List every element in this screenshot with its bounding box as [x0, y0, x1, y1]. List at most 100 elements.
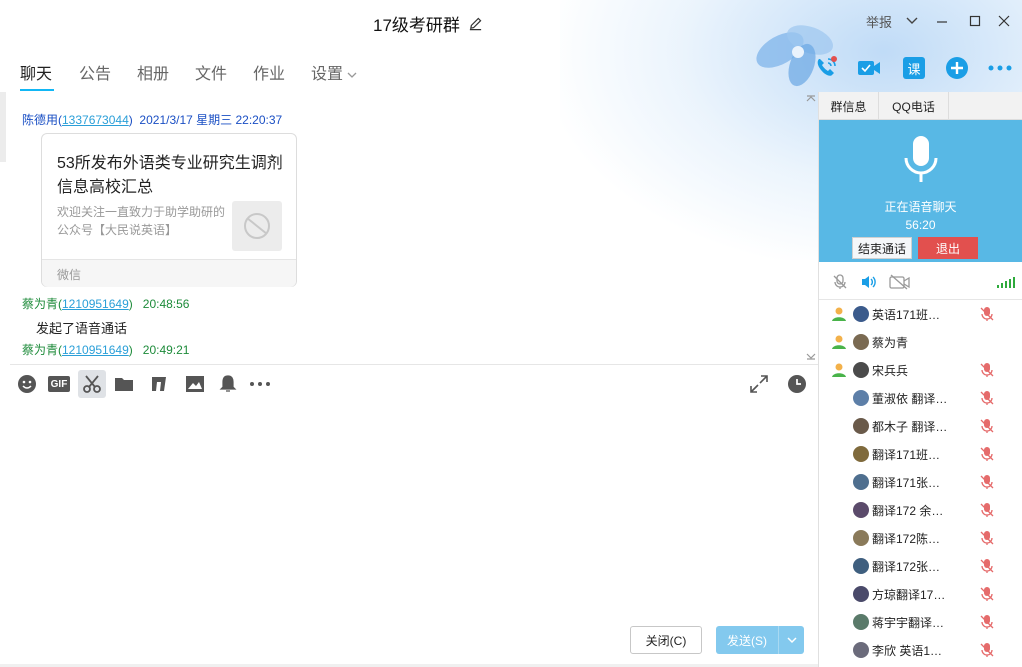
- member-row[interactable]: 翻译172张…: [819, 552, 1022, 580]
- sender-close: ): [128, 113, 133, 127]
- tab-chat[interactable]: 聊天: [20, 60, 52, 84]
- gif-icon[interactable]: GIF: [45, 370, 73, 398]
- speaker-icon[interactable]: [860, 274, 878, 290]
- voice-call-icon[interactable]: [812, 54, 840, 82]
- mic-muted-icon: [980, 587, 994, 601]
- report-link[interactable]: 举报: [866, 12, 892, 31]
- card-source: 微信: [42, 259, 296, 287]
- tab-announcement[interactable]: 公告: [79, 60, 111, 84]
- member-row[interactable]: 董淑依 翻译…: [819, 384, 1022, 412]
- message-time: 20:48:56: [142, 297, 190, 311]
- input-toolbar: GIF: [10, 368, 818, 400]
- tab-settings-label: 设置: [311, 66, 344, 83]
- tab-settings[interactable]: 设置: [311, 60, 357, 84]
- avatar[interactable]: [853, 362, 869, 378]
- add-app-icon[interactable]: [943, 54, 971, 82]
- more-icon[interactable]: [246, 370, 274, 398]
- end-call-button[interactable]: 结束通话: [852, 237, 912, 259]
- avatar[interactable]: [853, 558, 869, 574]
- member-role-icon: [832, 363, 846, 377]
- avatar[interactable]: [853, 446, 869, 462]
- sender-qq-link[interactable]: 1210951649: [62, 343, 129, 357]
- member-row[interactable]: 翻译171班…: [819, 440, 1022, 468]
- member-row[interactable]: 李欣 英语1…: [819, 636, 1022, 664]
- avatar[interactable]: [853, 390, 869, 406]
- member-name: 方琼翻译17…: [872, 588, 946, 602]
- member-row[interactable]: 翻译171张…: [819, 468, 1022, 496]
- scroll-up-icon[interactable]: [806, 94, 816, 104]
- mic-muted-icon: [980, 307, 994, 321]
- member-row[interactable]: 英语171班…: [819, 300, 1022, 328]
- left-edge-handle: [0, 92, 6, 162]
- member-name: 翻译172陈…: [872, 532, 941, 546]
- mic-muted-icon: [980, 475, 994, 489]
- mic-muted-icon: [980, 363, 994, 377]
- member-row[interactable]: 方琼翻译17…: [819, 580, 1022, 608]
- member-row[interactable]: 翻译172 余…: [819, 496, 1022, 524]
- bell-icon[interactable]: [214, 370, 242, 398]
- message-header: 陈德用(1337673044) 2021/3/17 星期三 22:20:37: [22, 111, 282, 128]
- course-icon[interactable]: 课: [900, 54, 928, 82]
- avatar[interactable]: [853, 474, 869, 490]
- sender-name[interactable]: 蔡为青(: [22, 343, 62, 357]
- voice-call-started-text: 发起了语音通话: [36, 321, 128, 336]
- member-row[interactable]: 宋兵兵: [819, 356, 1022, 384]
- message-area: 陈德用(1337673044) 2021/3/17 星期三 22:20:37 5…: [12, 92, 818, 364]
- message-header: 蔡为青(1210951649) 20:49:21: [22, 341, 189, 358]
- member-role-icon: [832, 335, 846, 349]
- avatar[interactable]: [853, 334, 869, 350]
- close-button[interactable]: 关闭(C): [630, 626, 702, 654]
- minimize-icon[interactable]: [932, 11, 952, 31]
- send-button[interactable]: 发送(S): [716, 626, 804, 654]
- gif-icon-label: GIF: [48, 376, 70, 392]
- video-call-icon[interactable]: [855, 54, 883, 82]
- mic-muted-icon[interactable]: [832, 274, 848, 290]
- expand-icon[interactable]: [745, 370, 773, 398]
- tab-group-info[interactable]: 群信息: [819, 92, 879, 120]
- edit-pencil-icon[interactable]: [468, 16, 483, 31]
- scissors-icon[interactable]: [78, 370, 106, 398]
- mic-muted-icon: [980, 643, 994, 657]
- history-clock-icon[interactable]: [783, 370, 811, 398]
- tab-files[interactable]: 文件: [195, 60, 227, 84]
- avatar[interactable]: [853, 502, 869, 518]
- tab-qq-call[interactable]: QQ电话: [879, 92, 949, 120]
- sender-qq-link[interactable]: 1210951649: [62, 297, 129, 311]
- member-name: 都木子 翻译…: [872, 420, 948, 434]
- shared-article-card[interactable]: 53所发布外语类专业研究生调剂信息高校汇总 欢迎关注一直致力于助学助研的公众号【…: [41, 133, 297, 287]
- member-row[interactable]: 蒋宇宇翻译…: [819, 608, 1022, 636]
- sender-name[interactable]: 陈德用(: [22, 113, 62, 127]
- avatar[interactable]: [853, 530, 869, 546]
- maximize-icon[interactable]: [965, 11, 985, 31]
- emoji-icon[interactable]: [13, 370, 41, 398]
- card-title: 53所发布外语类专业研究生调剂信息高校汇总: [57, 155, 283, 196]
- card-thumbnail-placeholder-icon: [232, 201, 282, 251]
- tab-homework[interactable]: 作业: [253, 60, 285, 84]
- member-row[interactable]: 蔡为青: [819, 328, 1022, 356]
- member-row[interactable]: 翻译172陈…: [819, 524, 1022, 552]
- send-options-chevron-icon[interactable]: [778, 626, 804, 654]
- sender-name[interactable]: 蔡为青(: [22, 297, 62, 311]
- sender-qq-link[interactable]: 1337673044: [62, 113, 129, 127]
- exit-button[interactable]: 退出: [918, 237, 978, 259]
- member-row[interactable]: 都木子 翻译…: [819, 412, 1022, 440]
- music-icon[interactable]: [145, 370, 173, 398]
- avatar[interactable]: [853, 418, 869, 434]
- voice-chat-panel: 正在语音聊天 56:20 结束通话 退出: [819, 120, 1022, 262]
- avatar[interactable]: [853, 306, 869, 322]
- image-icon[interactable]: [181, 370, 209, 398]
- folder-icon[interactable]: [110, 370, 138, 398]
- avatar[interactable]: [853, 614, 869, 630]
- scroll-down-icon[interactable]: [806, 351, 816, 361]
- more-icon[interactable]: [986, 54, 1014, 82]
- camera-off-icon[interactable]: [889, 274, 911, 290]
- member-name: 翻译172 余…: [872, 504, 944, 518]
- chevron-down-icon[interactable]: [902, 11, 922, 31]
- tab-album[interactable]: 相册: [137, 60, 169, 84]
- member-name: 宋兵兵: [872, 364, 909, 378]
- avatar[interactable]: [853, 642, 869, 658]
- active-tab-indicator: [20, 89, 54, 91]
- avatar[interactable]: [853, 586, 869, 602]
- close-icon[interactable]: [994, 11, 1014, 31]
- course-icon-label: 课: [903, 57, 925, 79]
